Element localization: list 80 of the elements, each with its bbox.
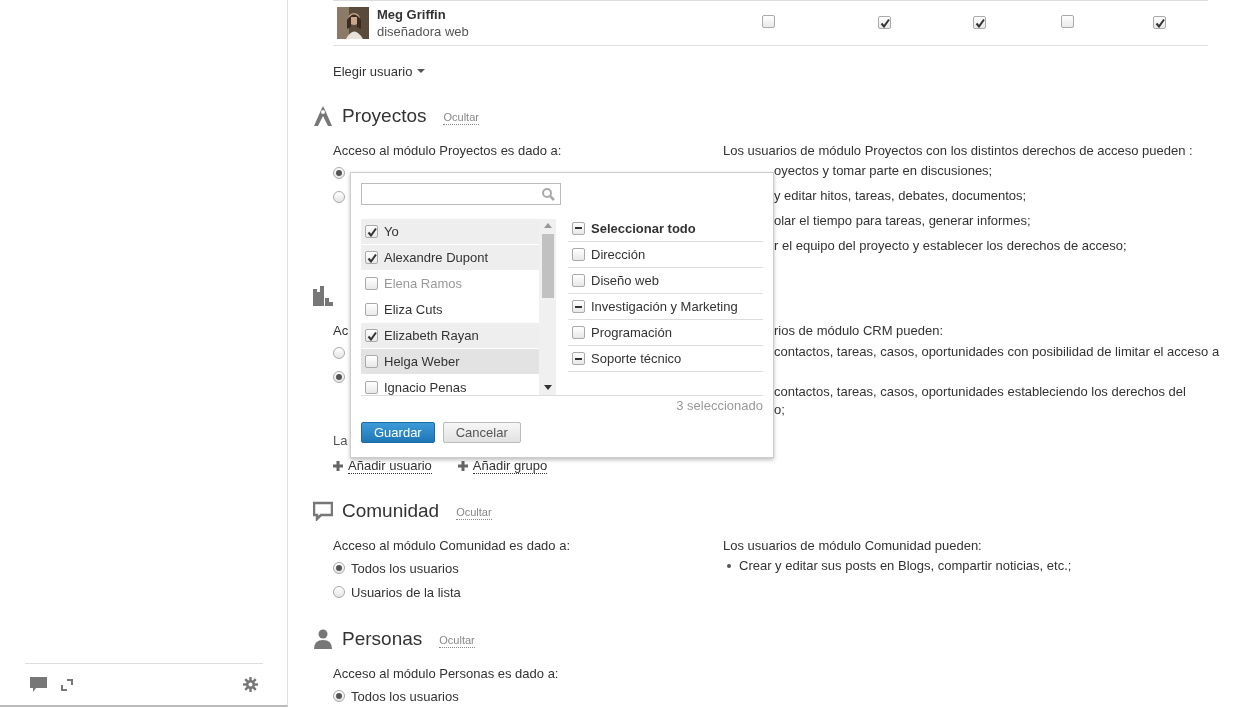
compass-icon [313, 106, 333, 126]
user-role: diseñadora web [377, 23, 469, 40]
cancel-button[interactable]: Cancelar [442, 422, 521, 443]
access-label: Acceso al módulo Proyectos es dado a: [333, 142, 562, 160]
checkbox[interactable] [572, 274, 585, 287]
choose-user-dropdown[interactable]: Elegir usuario [333, 61, 425, 81]
checkbox[interactable] [365, 329, 378, 342]
checkbox[interactable] [572, 248, 585, 261]
radio-button[interactable] [333, 191, 345, 203]
save-button[interactable]: Guardar [361, 422, 435, 443]
checkbox[interactable] [365, 381, 378, 394]
scrollbar[interactable] [539, 219, 556, 395]
radio-button[interactable] [333, 371, 345, 383]
hide-link[interactable]: Ocultar [443, 111, 479, 125]
hide-link[interactable]: Ocultar [456, 506, 492, 520]
checkbox[interactable] [1061, 15, 1074, 28]
rights-item: oyectos y tomar parte en discusiones; [774, 162, 993, 180]
rights-item: y editar hitos, tareas, debates, documentos; [774, 187, 1027, 205]
access-label: Acceso al módulo Comunidad es dado a: [333, 537, 571, 555]
rights-item: r el equipo del proyecto y establecer los derechos de acceso; [774, 237, 1127, 255]
checkbox[interactable] [878, 16, 891, 29]
checkbox[interactable] [572, 300, 585, 313]
access-label: Acceso al módulo Personas es dado a: [333, 665, 559, 683]
search-field[interactable] [361, 183, 561, 205]
hide-link[interactable]: Ocultar [439, 634, 475, 648]
checkbox[interactable] [572, 352, 585, 365]
rights-item: Crear y editar sus posts en Blogs, compartir noticias, etc.; [739, 557, 1072, 575]
group-option[interactable]: Diseño web [568, 268, 763, 294]
radio-label[interactable]: Todos los usuarios [351, 688, 459, 704]
rights-title: Los usuarios de módulo Comunidad pueden: [723, 537, 983, 555]
group-option[interactable]: Soporte técnico [568, 346, 763, 372]
user-option[interactable]: Yo [361, 219, 539, 245]
user-option[interactable]: Alexandre Dupont [361, 245, 539, 271]
user-option[interactable]: Helga Weber [361, 349, 539, 375]
section-title: Proyectos [342, 105, 427, 127]
group-option[interactable]: Investigación y Marketing [568, 294, 763, 320]
arrow-up-icon[interactable] [543, 223, 552, 228]
checkbox[interactable] [1153, 16, 1166, 29]
user-name: Meg Griffin [377, 6, 447, 23]
radio-label[interactable]: Todos los usuarios [351, 560, 459, 576]
radio-button[interactable] [333, 690, 345, 702]
section-title: Comunidad [342, 500, 440, 522]
checkbox[interactable] [973, 16, 986, 29]
checkbox[interactable] [572, 221, 585, 235]
bullet [727, 564, 731, 568]
radio-button[interactable] [333, 562, 345, 574]
settings-icon[interactable] [243, 677, 258, 692]
checkbox[interactable] [762, 15, 775, 28]
rights-item: olar el tiempo para tareas, generar informes; [774, 212, 1031, 230]
select-all-option[interactable]: Seleccionar todo [568, 215, 763, 242]
access-label: Ac [333, 322, 349, 340]
radio-button[interactable] [333, 586, 345, 598]
radio-button[interactable] [333, 167, 345, 179]
radio-button[interactable] [333, 347, 345, 359]
rights-item: contactos, tareas, casos, oportunidades estableciendo los derechos del [774, 383, 1186, 401]
group-option[interactable]: Programación [568, 320, 763, 346]
checkbox[interactable] [572, 326, 585, 339]
person-icon [313, 629, 333, 649]
list-note: La [333, 432, 348, 450]
expand-icon[interactable] [61, 678, 73, 691]
user-option[interactable]: Elizabeth Rayan [361, 323, 539, 349]
selected-count: 3 seleccionado [675, 397, 763, 414]
plus-icon[interactable] [333, 461, 343, 471]
arrow-down-icon[interactable] [543, 385, 552, 390]
checkbox[interactable] [365, 303, 378, 316]
chat-icon[interactable] [30, 677, 47, 692]
plus-icon[interactable] [457, 461, 468, 471]
search-icon[interactable] [542, 187, 555, 201]
rights-item: contactos, tareas, casos, oportunidades con posibilidad de limitar el acceso a [774, 343, 1220, 361]
checkbox[interactable] [365, 251, 378, 264]
speech-bubble-icon [313, 501, 333, 521]
checkbox[interactable] [365, 225, 378, 238]
rights-title: Los usuarios de módulo Proyectos con los distintos derechos de acceso pueden : [723, 142, 1194, 160]
radio-label[interactable]: Usuarios de la lista [351, 584, 461, 600]
section-title: Personas [342, 628, 423, 650]
checkbox[interactable] [365, 355, 378, 368]
building-icon [313, 286, 333, 306]
group-option[interactable]: Dirección [568, 242, 763, 268]
rights-item: o; [774, 401, 786, 419]
rights-title: rios de módulo CRM pueden: [773, 322, 945, 340]
